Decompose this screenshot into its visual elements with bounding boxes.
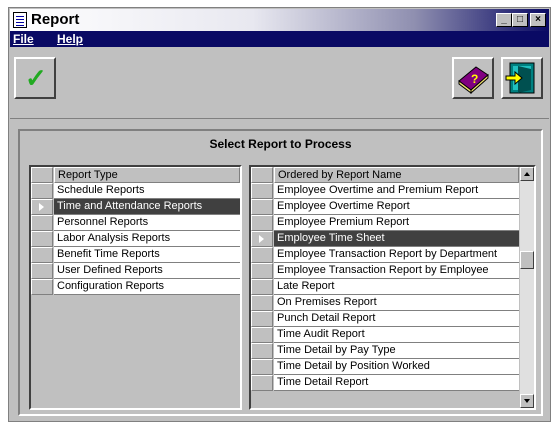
report-type-row-label[interactable]: User Defined Reports (54, 263, 240, 279)
row-selector-cell[interactable] (251, 279, 273, 295)
report-name-row[interactable]: On Premises Report (251, 295, 534, 311)
report-window: Report _ □ × File Help ✓ ? Select Report… (8, 7, 551, 422)
report-name-row[interactable]: Employee Time Sheet (251, 231, 534, 247)
ok-button[interactable]: ✓ (14, 57, 56, 99)
report-type-row[interactable]: Schedule Reports (31, 183, 240, 199)
report-type-header-row: Report Type (31, 167, 240, 183)
row-selector-cell[interactable] (251, 359, 273, 375)
exit-button[interactable] (501, 57, 543, 99)
current-row-pointer-icon (259, 235, 264, 243)
row-selector-cell[interactable] (31, 231, 53, 247)
report-type-row-label[interactable]: Labor Analysis Reports (54, 231, 240, 247)
report-name-row-label[interactable]: Employee Premium Report (274, 215, 519, 231)
report-name-row-label[interactable]: Time Audit Report (274, 327, 519, 343)
select-report-panel: Select Report to Process Report Type Sch… (18, 129, 543, 416)
scroll-down-arrow-icon (524, 399, 530, 403)
current-row-pointer-icon (39, 203, 44, 211)
help-book-button[interactable]: ? (452, 57, 494, 99)
close-button[interactable]: × (530, 13, 546, 27)
menu-help[interactable]: Help (57, 32, 83, 46)
scroll-up-button[interactable] (520, 167, 534, 181)
row-selector-cell[interactable] (31, 279, 53, 295)
row-selector-cell[interactable] (31, 247, 53, 263)
report-type-row[interactable]: Labor Analysis Reports (31, 231, 240, 247)
report-name-row-label[interactable]: Employee Overtime and Premium Report (274, 183, 519, 199)
row-selector-cell[interactable] (251, 183, 273, 199)
row-selector-cell[interactable] (251, 231, 273, 247)
checkmark-icon: ✓ (25, 63, 47, 93)
row-selector-cell[interactable] (31, 199, 53, 215)
row-selector-cell[interactable] (251, 215, 273, 231)
row-selector-cell[interactable] (31, 183, 53, 199)
report-type-row[interactable]: Benefit Time Reports (31, 247, 240, 263)
maximize-button[interactable]: □ (512, 13, 528, 27)
report-name-row-label[interactable]: Employee Transaction Report by Departmen… (274, 247, 519, 263)
report-app-icon[interactable] (13, 12, 27, 28)
report-type-row-label[interactable]: Benefit Time Reports (54, 247, 240, 263)
report-type-row[interactable]: Configuration Reports (31, 279, 240, 295)
toolbar: ✓ ? (10, 47, 549, 119)
report-name-column-header[interactable]: Ordered by Report Name (274, 167, 519, 183)
report-name-row-label[interactable]: Time Detail Report (274, 375, 519, 391)
menu-bar: File Help (10, 31, 549, 47)
report-name-row[interactable]: Employee Overtime and Premium Report (251, 183, 534, 199)
title-bar[interactable]: Report _ □ × (10, 9, 549, 31)
report-name-row-label[interactable]: Employee Overtime Report (274, 199, 519, 215)
report-type-row[interactable]: Personnel Reports (31, 215, 240, 231)
report-name-row[interactable]: Time Audit Report (251, 327, 534, 343)
report-name-row-label[interactable]: Time Detail by Pay Type (274, 343, 519, 359)
help-book-icon: ? (458, 66, 489, 95)
svg-text:?: ? (471, 72, 478, 86)
row-selector-cell[interactable] (251, 247, 273, 263)
report-type-grid: Report Type Schedule Reports Time and Att… (29, 165, 242, 410)
report-name-header-row: Ordered by Report Name (251, 167, 534, 183)
report-type-row[interactable]: User Defined Reports (31, 263, 240, 279)
row-selector-cell[interactable] (31, 215, 53, 231)
panel-title: Select Report to Process (209, 137, 352, 151)
report-type-row[interactable]: Time and Attendance Reports (31, 199, 240, 215)
report-name-row-label[interactable]: Time Detail by Position Worked (274, 359, 519, 375)
scroll-thumb[interactable] (520, 251, 534, 269)
report-name-row[interactable]: Employee Premium Report (251, 215, 534, 231)
report-name-scrollbar[interactable] (520, 167, 534, 408)
report-name-row[interactable]: Punch Detail Report (251, 311, 534, 327)
window-title: Report (31, 11, 80, 28)
report-name-row[interactable]: Late Report (251, 279, 534, 295)
report-name-row[interactable]: Employee Transaction Report by Employee (251, 263, 534, 279)
report-name-row-label[interactable]: Punch Detail Report (274, 311, 519, 327)
row-selector-cell[interactable] (251, 263, 273, 279)
header-selector-cell (31, 167, 53, 183)
report-type-column-header[interactable]: Report Type (54, 167, 240, 183)
report-name-row-label[interactable]: Employee Transaction Report by Employee (274, 263, 519, 279)
report-name-row[interactable]: Employee Overtime Report (251, 199, 534, 215)
minimize-button[interactable]: _ (496, 13, 512, 27)
report-name-row-label[interactable]: Employee Time Sheet (274, 231, 519, 247)
header-selector-cell (251, 167, 273, 183)
scroll-up-arrow-icon (524, 172, 530, 176)
report-type-row-label[interactable]: Time and Attendance Reports (54, 199, 240, 215)
row-selector-cell[interactable] (251, 343, 273, 359)
report-name-row[interactable]: Employee Transaction Report by Departmen… (251, 247, 534, 263)
row-selector-cell[interactable] (251, 327, 273, 343)
report-name-row[interactable]: Time Detail by Position Worked (251, 359, 534, 375)
report-name-grid: Ordered by Report Name Employee Overtime… (249, 165, 536, 410)
row-selector-cell[interactable] (251, 295, 273, 311)
report-type-row-label[interactable]: Configuration Reports (54, 279, 240, 295)
menu-file[interactable]: File (13, 32, 34, 46)
row-selector-cell[interactable] (31, 263, 53, 279)
report-name-row-label[interactable]: Late Report (274, 279, 519, 295)
row-selector-cell[interactable] (251, 375, 273, 391)
report-name-row[interactable]: Time Detail Report (251, 375, 534, 391)
exit-door-icon (505, 62, 535, 94)
row-selector-cell[interactable] (251, 311, 273, 327)
report-name-row-label[interactable]: On Premises Report (274, 295, 519, 311)
scroll-down-button[interactable] (520, 394, 534, 408)
report-type-row-label[interactable]: Schedule Reports (54, 183, 240, 199)
report-type-row-label[interactable]: Personnel Reports (54, 215, 240, 231)
row-selector-cell[interactable] (251, 199, 273, 215)
report-name-row[interactable]: Time Detail by Pay Type (251, 343, 534, 359)
